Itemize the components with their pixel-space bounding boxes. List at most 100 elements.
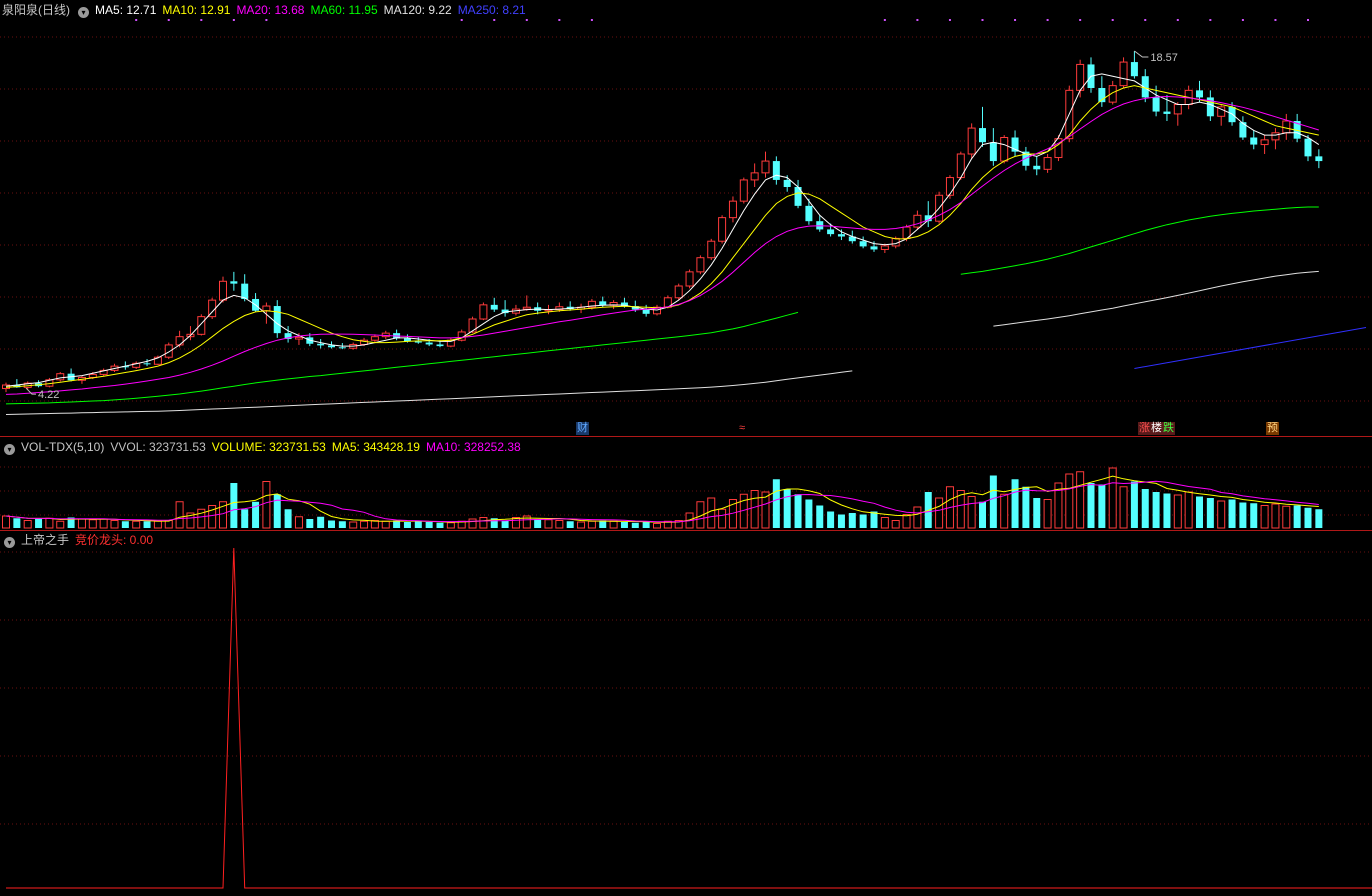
period-label: (日线) bbox=[38, 3, 71, 17]
event-marker-4[interactable]: 跌 bbox=[1162, 422, 1175, 435]
volume-indicator-name: VOL-TDX(5,10) bbox=[21, 440, 105, 454]
indicator-values: 竞价龙头: 0.00 bbox=[75, 533, 159, 547]
candle-body bbox=[219, 280, 227, 301]
candle-body bbox=[479, 304, 488, 320]
main-legend: 泉阳泉(日线) ▾ MA5: 12.71 MA10: 12.91 MA20: 13.68… bbox=[2, 2, 538, 18]
event-marker-0[interactable]: 财 bbox=[576, 422, 589, 435]
ma-line-ma250 bbox=[1134, 327, 1367, 369]
volume-bar bbox=[1130, 481, 1138, 528]
signal-dot bbox=[1079, 19, 1082, 21]
volume-bar bbox=[1239, 502, 1247, 528]
candle-body bbox=[827, 229, 835, 235]
signal-dot bbox=[167, 19, 170, 21]
candle-body bbox=[1196, 90, 1203, 98]
candle-body bbox=[1315, 156, 1323, 162]
volume-bar bbox=[1000, 493, 1009, 529]
volume-bar bbox=[902, 514, 911, 529]
high-pointer bbox=[1134, 50, 1149, 58]
collapse-icon[interactable]: ▾ bbox=[4, 444, 15, 455]
candle-body bbox=[837, 234, 845, 237]
volume-bar bbox=[837, 514, 845, 528]
candle-body bbox=[783, 179, 791, 187]
volume-bar bbox=[175, 501, 184, 529]
volume-legend-item-1: VOLUME: 323731.53 bbox=[211, 440, 326, 454]
volume-bar bbox=[88, 519, 97, 529]
volume-bar bbox=[750, 490, 759, 529]
collapse-icon[interactable]: ▾ bbox=[4, 537, 15, 548]
volume-bar bbox=[1098, 484, 1106, 528]
candle-body bbox=[1271, 132, 1280, 141]
candle-body bbox=[317, 343, 325, 346]
volume-bar bbox=[35, 519, 43, 528]
volume-bar bbox=[653, 523, 661, 529]
volume-bar bbox=[544, 519, 553, 529]
ma-line-ma60 bbox=[5, 206, 1319, 405]
volume-bar bbox=[164, 520, 173, 529]
volume-bar bbox=[132, 520, 141, 529]
price-chart[interactable]: 18.57 4.22 bbox=[0, 0, 1372, 436]
candle-body bbox=[197, 316, 206, 335]
volume-bar bbox=[121, 521, 129, 528]
volume-bar bbox=[284, 509, 292, 528]
candle-body bbox=[294, 336, 303, 340]
volume-bar bbox=[707, 497, 716, 529]
ma-line-ma5 bbox=[5, 73, 1320, 387]
volume-bar bbox=[23, 520, 32, 529]
volume-bar bbox=[566, 521, 574, 528]
volume-bar bbox=[1163, 493, 1171, 528]
indicator-panel[interactable]: ▾ 上帝之手 竞价龙头: 0.00 bbox=[0, 530, 1372, 896]
candle-body bbox=[370, 336, 379, 341]
signal-dot bbox=[265, 19, 268, 21]
candlestick-panel[interactable]: 泉阳泉(日线) ▾ MA5: 12.71 MA10: 12.91 MA20: 13.68… bbox=[0, 0, 1372, 436]
volume-bar bbox=[1152, 492, 1160, 528]
signal-dot bbox=[1014, 19, 1017, 21]
candle-body bbox=[945, 177, 954, 196]
volume-bar bbox=[1228, 499, 1236, 528]
candle-body bbox=[772, 161, 780, 180]
volume-legend: ▾ VOL-TDX(5,10) VVOL: 323731.53 VOLUME: 323… bbox=[2, 439, 533, 455]
volume-bar bbox=[1282, 505, 1291, 529]
volume-panel[interactable]: ▾ VOL-TDX(5,10) VVOL: 323731.53 VOLUME: 323… bbox=[0, 437, 1372, 530]
indicator-chart[interactable] bbox=[0, 530, 1372, 896]
volume-bar bbox=[446, 522, 455, 529]
candle-body bbox=[1130, 62, 1138, 77]
candle-body bbox=[870, 246, 878, 250]
volume-bar bbox=[1087, 483, 1095, 528]
volume-bar bbox=[317, 516, 325, 528]
candle-body bbox=[241, 283, 249, 299]
volume-bar bbox=[338, 521, 346, 528]
volume-bar bbox=[306, 519, 314, 528]
collapse-icon[interactable]: ▾ bbox=[78, 7, 90, 18]
signal-dot bbox=[916, 19, 919, 21]
signal-dot bbox=[135, 19, 138, 21]
candle-body bbox=[1043, 157, 1052, 170]
volume-bar bbox=[534, 519, 542, 528]
indicator-legend-item-0: 竞价龙头: 0.00 bbox=[75, 533, 154, 547]
candle-body bbox=[1163, 111, 1171, 114]
candle-body bbox=[696, 257, 705, 273]
volume-bar bbox=[1141, 489, 1149, 528]
event-marker-1[interactable]: ≈ bbox=[738, 422, 747, 435]
ma-legend: MA5: 12.71 MA10: 12.91 MA20: 13.68 MA60: 11… bbox=[95, 3, 532, 17]
volume-bar bbox=[1250, 503, 1258, 528]
volume-bar bbox=[110, 520, 119, 529]
volume-bar bbox=[381, 520, 390, 529]
candle-body bbox=[414, 341, 422, 343]
volume-bar bbox=[294, 516, 303, 529]
candle-body bbox=[728, 200, 737, 219]
volume-bar bbox=[501, 520, 509, 528]
volume-legend-item-0: VVOL: 323731.53 bbox=[110, 440, 206, 454]
volume-bar bbox=[805, 499, 813, 528]
volume-bar bbox=[45, 517, 54, 529]
signal-dot bbox=[1209, 19, 1212, 21]
candle-body bbox=[468, 318, 477, 333]
signal-dot bbox=[1111, 19, 1114, 21]
signal-dot bbox=[948, 19, 951, 21]
candle-body bbox=[143, 363, 151, 365]
volume-bar bbox=[913, 506, 922, 529]
event-marker-5[interactable]: 预 bbox=[1266, 422, 1279, 435]
ma-legend-item-5: MA250: 8.21 bbox=[457, 3, 526, 17]
signal-dot bbox=[558, 19, 561, 21]
candle-body bbox=[1282, 120, 1291, 134]
signal-dot bbox=[981, 19, 984, 21]
